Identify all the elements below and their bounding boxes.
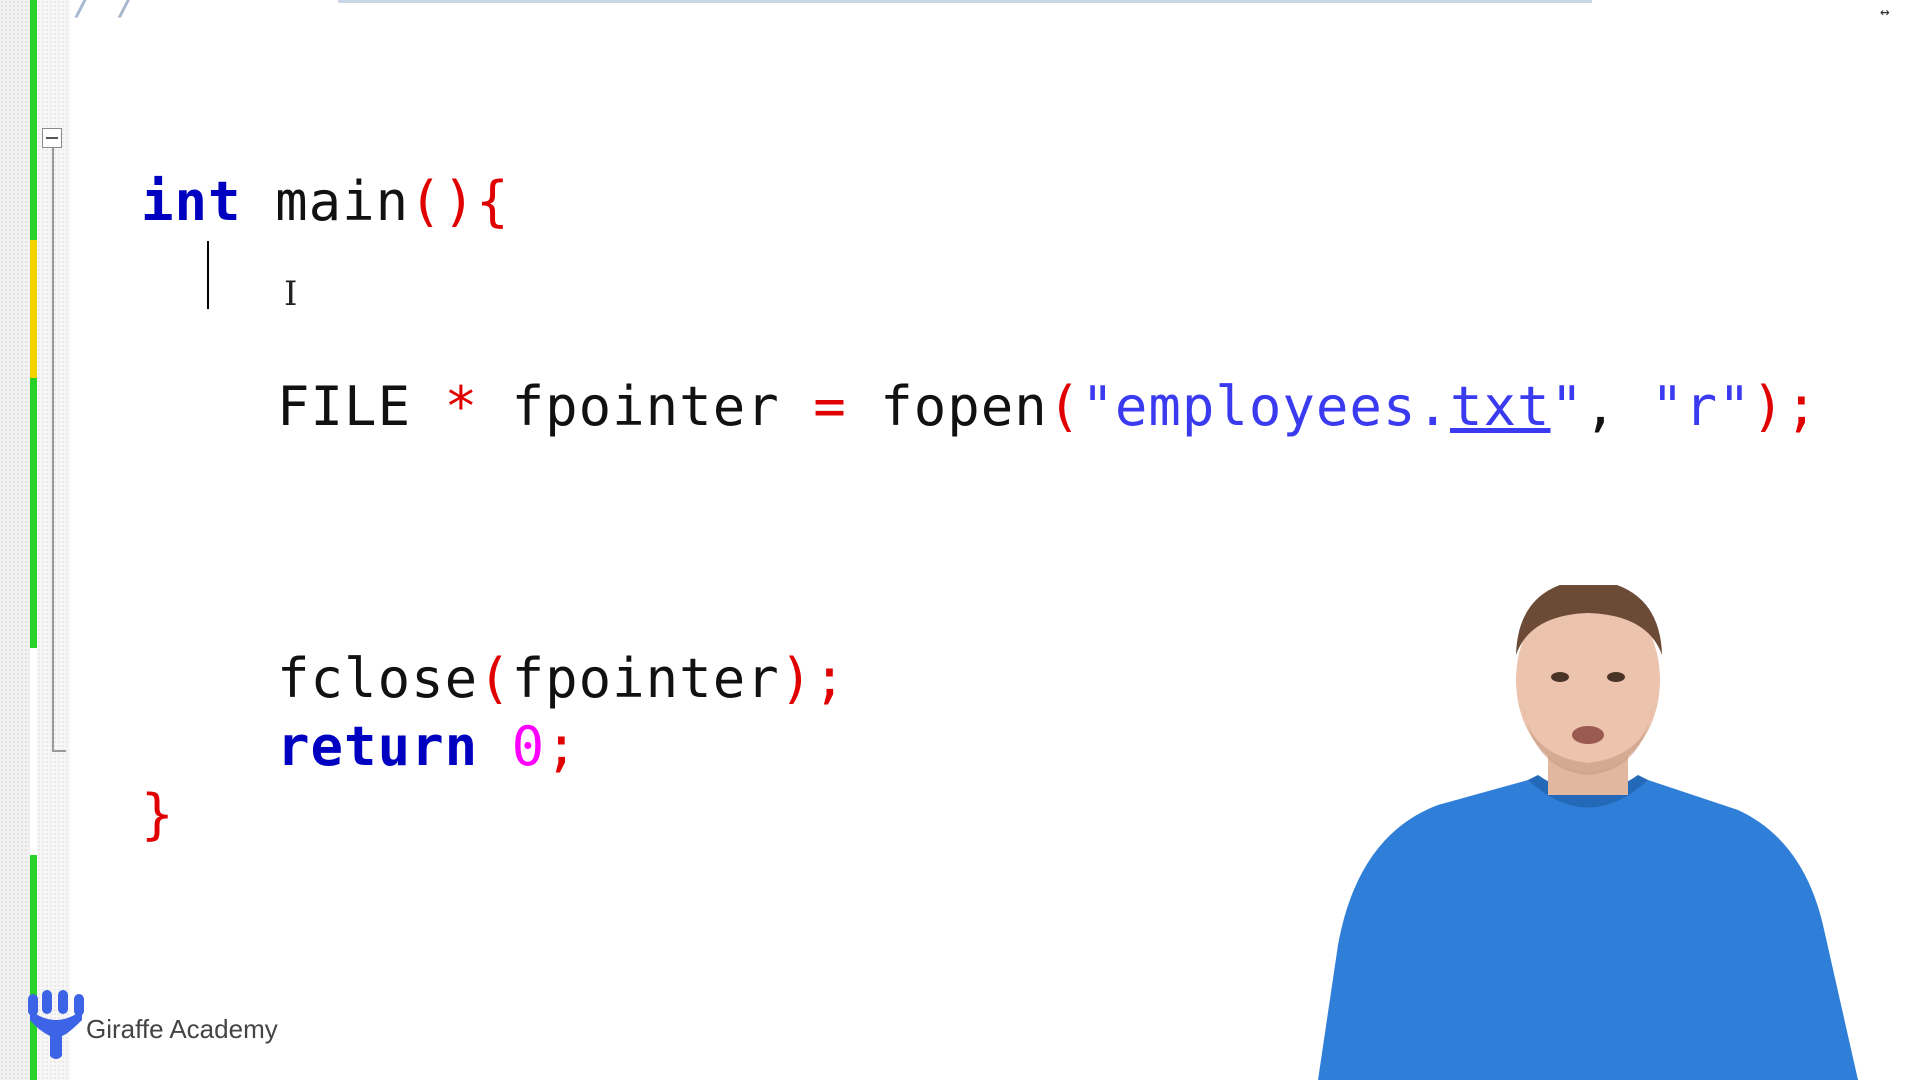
fold-margin <box>37 0 70 1080</box>
pointer-star: * <box>411 375 512 438</box>
open-paren: ( <box>1047 375 1082 438</box>
close-paren-semi: ); <box>1751 375 1819 438</box>
editor-gutter <box>0 0 30 1080</box>
fold-guide-end <box>52 750 66 752</box>
number-zero: 0 <box>511 715 546 778</box>
brand-name: Giraffe Academy <box>86 1014 278 1044</box>
ibeam-cursor-icon: I <box>284 274 298 314</box>
semicolon: ; <box>545 715 579 778</box>
fold-guide-line <box>52 148 54 750</box>
assign-op: = <box>779 375 881 438</box>
giraffe-logo-icon <box>28 990 84 1059</box>
type-file: FILE <box>277 375 412 438</box>
main-parens-brace: (){ <box>409 170 510 233</box>
fold-collapse-icon[interactable] <box>42 128 62 148</box>
comma: , <box>1584 375 1652 438</box>
change-marker-saved <box>30 378 37 648</box>
change-marker-saved <box>30 0 37 240</box>
code-line-close-brace[interactable]: } <box>74 719 175 847</box>
close-paren-semi: ); <box>779 647 847 710</box>
keyword-int: int <box>141 170 242 233</box>
code-line-fopen[interactable]: FILE * fpointer = fopen("employees.txt",… <box>210 311 1819 439</box>
string-mode: "r" <box>1651 375 1752 438</box>
presenter-webcam <box>1318 585 1858 1080</box>
string-link-txt[interactable]: txt <box>1450 375 1551 438</box>
resize-arrows-icon[interactable]: ↔ <box>1880 2 1890 21</box>
code-line-return[interactable]: return 0; <box>210 651 579 779</box>
change-marker-unsaved <box>30 240 37 378</box>
string-filename: "employees.txt" <box>1081 375 1585 438</box>
comment-fragment: / / <box>74 0 140 23</box>
horizontal-scroll-indicator[interactable] <box>338 0 1592 3</box>
text-caret <box>207 241 209 309</box>
function-name-main: main <box>241 170 410 233</box>
code-line-main[interactable]: int main(){ <box>74 106 510 234</box>
var-fpointer: fpointer <box>511 375 780 438</box>
closing-brace: } <box>141 783 175 846</box>
keyword-return: return <box>277 715 479 778</box>
fn-fopen: fopen <box>880 375 1048 438</box>
